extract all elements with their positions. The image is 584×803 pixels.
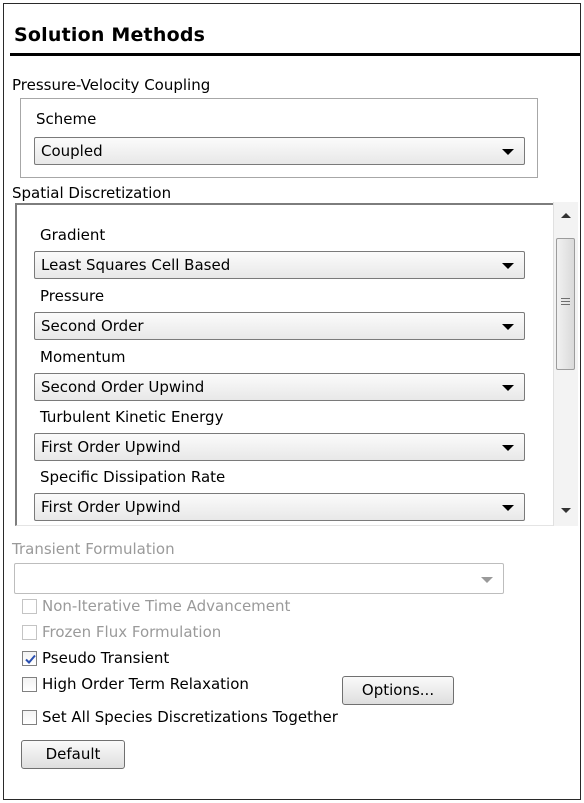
high-order-term-relaxation-label: High Order Term Relaxation [42, 675, 249, 693]
set-all-species-discretizations-label: Set All Species Discretizations Together [42, 708, 338, 726]
specific-dissipation-rate-label: Specific Dissipation Rate [40, 468, 226, 486]
frozen-flux-formulation-label: Frozen Flux Formulation [42, 623, 222, 641]
scheme-label: Scheme [36, 110, 97, 128]
transient-formulation-dropdown [14, 563, 504, 594]
chevron-down-icon [502, 149, 514, 155]
spatial-discretization-label: Spatial Discretization [12, 184, 172, 202]
chevron-down-icon [502, 505, 514, 511]
pressure-value: Second Order [41, 317, 144, 335]
momentum-label: Momentum [40, 348, 126, 366]
momentum-dropdown[interactable]: Second Order Upwind [34, 373, 525, 401]
pseudo-transient-checkbox[interactable] [22, 651, 37, 666]
specific-dissipation-rate-dropdown[interactable]: First Order Upwind [34, 493, 525, 521]
default-button[interactable]: Default [21, 740, 125, 769]
spatial-discretization-scrollbar[interactable] [553, 202, 578, 526]
gradient-dropdown[interactable]: Least Squares Cell Based [34, 251, 525, 279]
scrollbar-thumb[interactable] [556, 238, 575, 370]
chevron-down-icon [502, 445, 514, 451]
high-order-term-relaxation-checkbox[interactable] [22, 677, 37, 692]
panel-title: Solution Methods [14, 24, 206, 46]
pseudo-transient-label: Pseudo Transient [42, 649, 170, 667]
scroll-down-arrow-icon[interactable] [561, 508, 571, 513]
chevron-down-icon [502, 263, 514, 269]
checkmark-icon [25, 654, 36, 664]
scroll-up-arrow-icon[interactable] [561, 213, 571, 218]
chevron-down-icon [481, 577, 493, 583]
non-iterative-time-advancement-checkbox [22, 599, 37, 614]
turbulent-kinetic-energy-dropdown[interactable]: First Order Upwind [34, 433, 525, 461]
frozen-flux-formulation-checkbox [22, 625, 37, 640]
non-iterative-time-advancement-label: Non-Iterative Time Advancement [42, 597, 291, 615]
transient-formulation-label: Transient Formulation [12, 540, 175, 558]
options-button[interactable]: Options... [342, 676, 454, 705]
gradient-label: Gradient [40, 226, 106, 244]
pressure-velocity-coupling-label: Pressure-Velocity Coupling [12, 76, 211, 94]
turbulent-kinetic-energy-value: First Order Upwind [41, 438, 181, 456]
title-separator [10, 53, 580, 56]
scheme-value: Coupled [41, 142, 103, 160]
grip-line [561, 298, 570, 299]
pressure-dropdown[interactable]: Second Order [34, 312, 525, 340]
chevron-down-icon [502, 385, 514, 391]
momentum-value: Second Order Upwind [41, 378, 205, 396]
grip-line [561, 301, 570, 302]
set-all-species-discretizations-checkbox[interactable] [22, 710, 37, 725]
specific-dissipation-rate-value: First Order Upwind [41, 498, 181, 516]
grip-line [561, 304, 570, 305]
gradient-value: Least Squares Cell Based [41, 256, 231, 274]
chevron-down-icon [502, 324, 514, 330]
pressure-label: Pressure [40, 287, 105, 305]
scheme-dropdown[interactable]: Coupled [34, 137, 525, 165]
turbulent-kinetic-energy-label: Turbulent Kinetic Energy [40, 408, 224, 426]
